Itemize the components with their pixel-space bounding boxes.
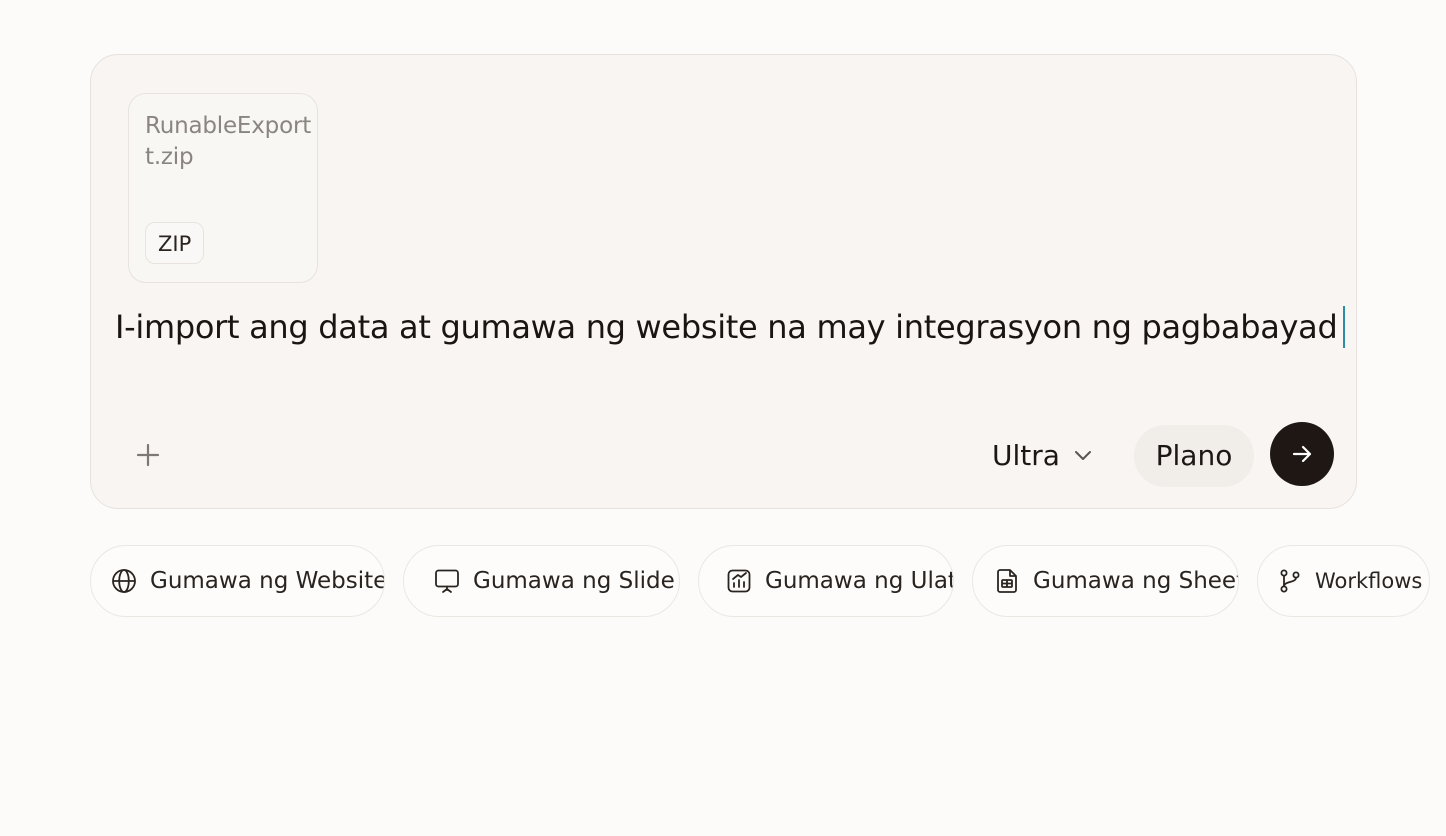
chip-label: Gumawa ng Sheet — [1033, 568, 1239, 594]
plan-button[interactable]: Plano — [1134, 425, 1254, 487]
chip-gumawa-ng-ulat[interactable]: Gumawa ng Ulat — [698, 545, 954, 617]
text-caret — [1343, 306, 1346, 348]
send-button[interactable] — [1270, 422, 1334, 486]
chip-label: Gumawa ng Slide — [473, 568, 675, 594]
attachment-type-badge: ZIP — [145, 222, 205, 264]
attachment-card[interactable]: RunableExportt.zip ZIP — [128, 93, 318, 283]
model-select-label: Ultra — [992, 438, 1060, 472]
arrow-right-icon — [1292, 445, 1312, 463]
chip-label: Workflows — [1315, 569, 1423, 593]
globe-icon — [112, 569, 136, 593]
chip-label: Gumawa ng Website — [150, 568, 385, 594]
chip-workflows[interactable]: Workflows — [1257, 545, 1430, 617]
add-attachment-button[interactable] — [132, 439, 164, 471]
chart-report-icon — [727, 569, 751, 593]
chip-gumawa-ng-website[interactable]: Gumawa ng Website — [90, 545, 385, 617]
chip-label: Gumawa ng Ulat — [765, 568, 954, 594]
plus-icon — [136, 443, 160, 467]
suggestion-chips: Gumawa ng Website Gumawa ng Slide Gumawa… — [0, 545, 1446, 619]
chip-gumawa-ng-sheet[interactable]: Gumawa ng Sheet — [972, 545, 1239, 617]
model-select[interactable]: Ultra — [992, 431, 1094, 479]
attachment-file-name: RunableExportt.zip — [145, 113, 312, 170]
presentation-icon — [435, 569, 459, 593]
chip-gumawa-ng-slide[interactable]: Gumawa ng Slide — [403, 545, 680, 617]
git-branch-icon — [1280, 569, 1300, 593]
prompt-composer: RunableExportt.zip ZIP I-import ang data… — [90, 54, 1357, 509]
prompt-input[interactable]: I-import ang data at gumawa ng website n… — [115, 305, 1346, 349]
spreadsheet-file-icon — [997, 569, 1017, 593]
prompt-text: I-import ang data at gumawa ng website n… — [115, 308, 1338, 346]
chevron-down-icon — [1074, 451, 1091, 460]
